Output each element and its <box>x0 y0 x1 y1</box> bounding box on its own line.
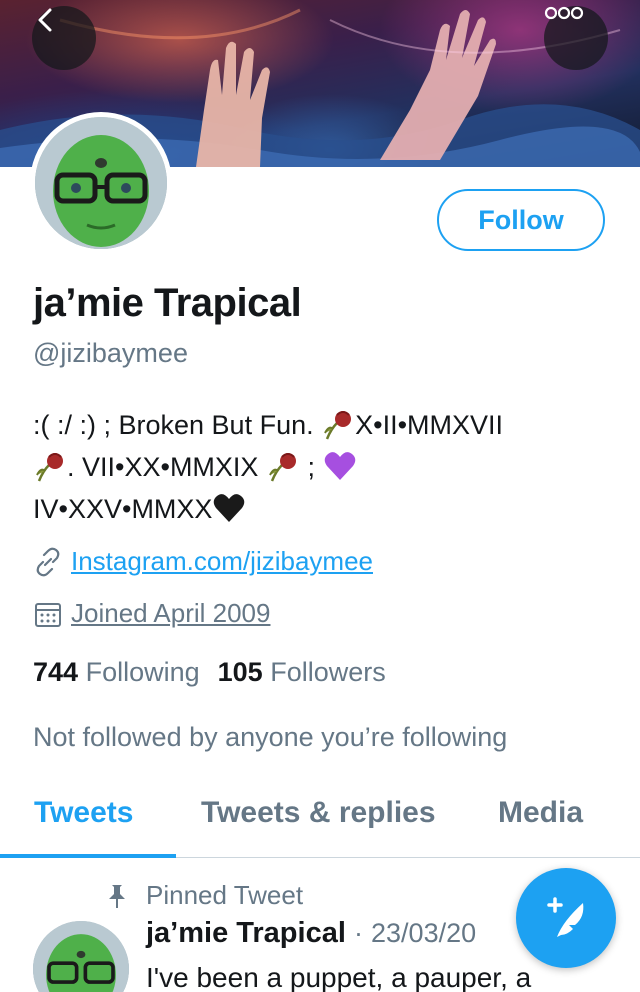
back-button[interactable] <box>32 6 96 70</box>
calendar-icon <box>33 599 63 629</box>
avatar-image <box>35 117 167 249</box>
profile-bio: :( :/ :) ; Broken But Fun. X•II•MMXVII .… <box>33 404 613 530</box>
followers-stat[interactable]: 105 Followers <box>218 657 386 687</box>
joined-date: Joined April 2009 <box>71 598 271 628</box>
wilted-rose-icon <box>36 453 63 482</box>
compose-feather-icon <box>547 897 584 937</box>
more-horizontal-icon <box>544 6 584 20</box>
profile-link-row: Instagram.com/jizibaymee <box>33 546 373 577</box>
bio-text: IV•XXV•MMXX <box>33 494 213 524</box>
followers-label: Followers <box>270 657 386 687</box>
display-name: ja’mie Trapical <box>33 281 302 325</box>
follow-stats: 744 Following 105 Followers <box>33 657 386 688</box>
purple-heart-icon <box>324 452 355 480</box>
more-options-button[interactable] <box>544 6 608 70</box>
profile-avatar[interactable] <box>30 112 172 254</box>
tab-media[interactable]: Media <box>498 796 583 830</box>
user-handle: @jizibaymee <box>33 338 188 368</box>
pinned-tweet-text: Pinned Tweet <box>146 880 304 910</box>
joined-date-row: Joined April 2009 <box>33 598 270 629</box>
chevron-left-icon <box>38 8 52 32</box>
tweet-author-name[interactable]: ja’mie Trapical <box>146 917 346 949</box>
bio-text: ; <box>307 452 315 482</box>
compose-tweet-button[interactable] <box>516 868 616 968</box>
follow-button[interactable]: Follow <box>437 189 605 251</box>
tweet-date[interactable]: 23/03/20 <box>371 918 476 948</box>
link-icon <box>33 547 63 577</box>
wilted-rose-icon <box>324 411 352 440</box>
pin-icon <box>104 883 130 909</box>
active-tab-indicator <box>0 854 176 858</box>
tweet-separator: · <box>353 918 363 948</box>
tweet-text[interactable]: I've been a puppet, a pauper, a <box>146 962 531 992</box>
profile-tabs: Tweets Tweets & replies Media <box>0 770 640 858</box>
not-followed-notice: Not followed by anyone you’re following <box>33 722 508 752</box>
black-heart-icon <box>214 494 245 522</box>
bio-text: . VII•XX•MMXIX <box>67 452 259 482</box>
tweet-author-avatar[interactable] <box>33 921 129 992</box>
bio-text: :( :/ :) ; Broken But Fun. <box>33 410 314 440</box>
tab-tweets[interactable]: Tweets <box>34 796 133 830</box>
bio-text: X•II•MMXVII <box>355 410 504 440</box>
following-count: 744 <box>33 657 79 687</box>
followers-count: 105 <box>217 657 263 687</box>
wilted-rose-icon <box>269 453 296 482</box>
profile-website-link[interactable]: Instagram.com/jizibaymee <box>71 546 373 577</box>
pinned-tweet-label: Pinned Tweet <box>104 880 303 911</box>
tab-tweets-replies[interactable]: Tweets & replies <box>201 796 436 830</box>
following-label: Following <box>85 657 200 687</box>
following-stat[interactable]: 744 Following <box>33 657 200 687</box>
tweet-header: ja’mie Trapical · 23/03/20 <box>146 917 476 950</box>
